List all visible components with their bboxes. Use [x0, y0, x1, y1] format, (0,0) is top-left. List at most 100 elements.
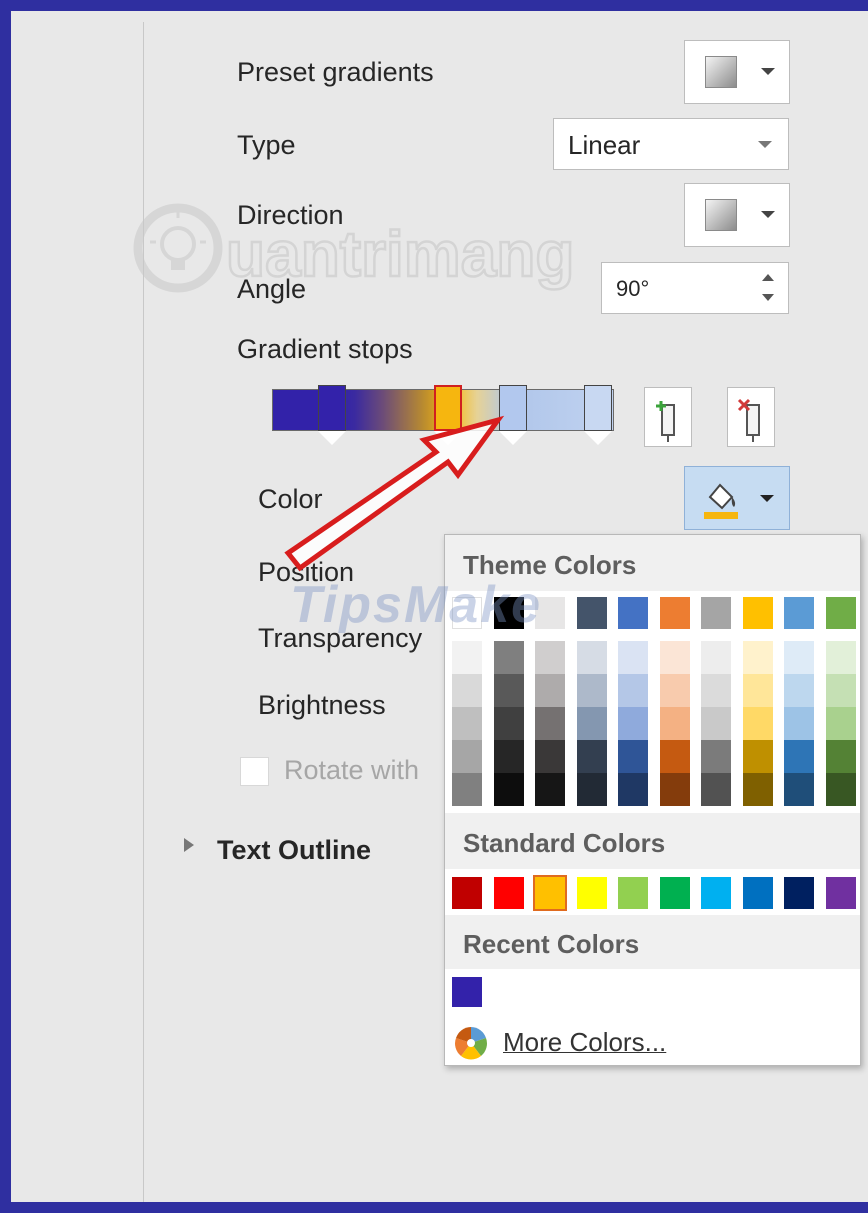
theme-shade-swatch[interactable] [742, 707, 773, 740]
angle-value: 90° [616, 276, 650, 301]
rotate-with-shape-checkbox[interactable] [240, 757, 269, 786]
left-rail [22, 22, 144, 1202]
fill-color-button[interactable] [684, 466, 790, 530]
theme-color-swatch[interactable] [825, 597, 856, 629]
gradient-stop-3[interactable] [499, 385, 527, 431]
theme-shade-swatch[interactable] [535, 674, 565, 707]
theme-shade-swatch[interactable] [784, 707, 814, 740]
theme-shade-swatch[interactable] [618, 740, 648, 773]
theme-shade-swatch[interactable] [493, 773, 524, 806]
spin-down-icon[interactable] [762, 294, 774, 301]
add-gradient-stop-button[interactable] [644, 387, 692, 447]
more-colors-item[interactable]: More Colors... [445, 1019, 860, 1065]
theme-shade-swatch[interactable] [493, 740, 524, 773]
standard-color-swatch[interactable] [618, 877, 648, 909]
theme-shade-swatch[interactable] [701, 773, 731, 806]
gradient-stop-4-pointer[interactable] [584, 431, 612, 445]
standard-color-swatch[interactable] [576, 877, 607, 909]
theme-shade-swatch[interactable] [659, 773, 690, 806]
chevron-down-icon [761, 211, 775, 218]
chevron-down-icon [758, 141, 772, 148]
theme-shade-swatch[interactable] [493, 707, 524, 740]
theme-shade-swatch[interactable] [452, 707, 482, 740]
theme-shade-swatch[interactable] [452, 773, 482, 806]
theme-shade-swatch[interactable] [701, 740, 731, 773]
standard-color-swatch[interactable] [701, 877, 731, 909]
theme-shade-swatch[interactable] [784, 641, 814, 674]
theme-shade-swatch[interactable] [659, 674, 690, 707]
theme-shade-swatch[interactable] [535, 641, 565, 674]
theme-shade-swatch[interactable] [618, 707, 648, 740]
chevron-down-icon [761, 68, 775, 75]
theme-shade-swatch[interactable] [825, 740, 856, 773]
theme-shade-swatch[interactable] [825, 707, 856, 740]
theme-shade-swatch[interactable] [576, 674, 607, 707]
type-dropdown[interactable]: Linear [553, 118, 789, 170]
theme-shade-swatch[interactable] [701, 641, 731, 674]
standard-color-swatch[interactable] [493, 877, 524, 909]
theme-shade-swatch[interactable] [493, 641, 524, 674]
preset-gradients-dropdown[interactable] [684, 40, 790, 104]
theme-shade-swatch[interactable] [659, 641, 690, 674]
theme-shade-swatch[interactable] [576, 641, 607, 674]
gradient-stop-2[interactable] [434, 385, 462, 431]
theme-color-swatch[interactable] [576, 597, 607, 629]
remove-gradient-stop-icon [737, 398, 760, 442]
angle-spinner[interactable]: 90° [601, 262, 789, 314]
gradient-stop-1[interactable] [318, 385, 346, 431]
recent-color-swatch[interactable] [452, 977, 482, 1007]
theme-shade-swatch[interactable] [452, 674, 482, 707]
spin-up-icon[interactable] [762, 274, 774, 281]
direction-dropdown[interactable] [684, 183, 790, 247]
theme-color-swatch[interactable] [784, 597, 814, 629]
theme-shade-swatch[interactable] [535, 740, 565, 773]
theme-color-swatch[interactable] [659, 597, 690, 629]
theme-shade-swatch[interactable] [618, 641, 648, 674]
theme-shade-swatch[interactable] [825, 674, 856, 707]
theme-shade-swatch[interactable] [784, 740, 814, 773]
theme-shade-swatch[interactable] [701, 674, 731, 707]
theme-shade-swatch[interactable] [825, 773, 856, 806]
theme-shade-swatch[interactable] [742, 674, 773, 707]
standard-color-swatch[interactable] [742, 877, 773, 909]
more-colors-label: More Colors... [503, 1027, 667, 1057]
theme-color-swatch[interactable] [742, 597, 773, 629]
gradient-stop-4[interactable] [584, 385, 612, 431]
theme-color-swatch[interactable] [618, 597, 648, 629]
theme-shade-swatch[interactable] [493, 674, 524, 707]
theme-shade-swatch[interactable] [784, 674, 814, 707]
theme-shade-swatch[interactable] [535, 707, 565, 740]
theme-shade-swatch[interactable] [452, 740, 482, 773]
theme-shade-swatch[interactable] [742, 740, 773, 773]
standard-color-swatch[interactable] [825, 877, 856, 909]
theme-shade-swatch[interactable] [659, 740, 690, 773]
theme-shade-swatch[interactable] [701, 707, 731, 740]
color-label: Color [258, 484, 323, 514]
theme-shade-swatch[interactable] [659, 707, 690, 740]
theme-shade-swatch[interactable] [576, 740, 607, 773]
theme-shade-swatch[interactable] [742, 773, 773, 806]
theme-shade-swatch[interactable] [535, 773, 565, 806]
theme-shade-swatch[interactable] [618, 674, 648, 707]
theme-shade-swatch[interactable] [452, 641, 482, 674]
theme-color-swatch[interactable] [701, 597, 731, 629]
remove-gradient-stop-button[interactable] [727, 387, 775, 447]
text-outline-section[interactable]: Text Outline [217, 835, 371, 866]
chevron-down-icon [760, 495, 774, 502]
expand-arrow-icon[interactable] [184, 838, 194, 852]
gradient-stop-1-pointer[interactable] [318, 431, 346, 445]
theme-shade-swatch[interactable] [742, 641, 773, 674]
standard-color-swatch[interactable] [659, 877, 690, 909]
theme-shade-swatch[interactable] [576, 773, 607, 806]
watermark-tipsmake: TipsMake [290, 576, 543, 634]
gradient-stop-2-pointer[interactable] [434, 431, 462, 445]
theme-shade-swatch[interactable] [576, 707, 607, 740]
theme-shade-swatch[interactable] [825, 641, 856, 674]
standard-color-swatch[interactable] [784, 877, 814, 909]
type-value: Linear [568, 130, 641, 160]
gradient-stop-3-pointer[interactable] [499, 431, 527, 445]
theme-shade-swatch[interactable] [618, 773, 648, 806]
theme-shade-swatch[interactable] [784, 773, 814, 806]
standard-color-swatch[interactable] [452, 877, 482, 909]
standard-color-swatch[interactable] [533, 875, 567, 911]
